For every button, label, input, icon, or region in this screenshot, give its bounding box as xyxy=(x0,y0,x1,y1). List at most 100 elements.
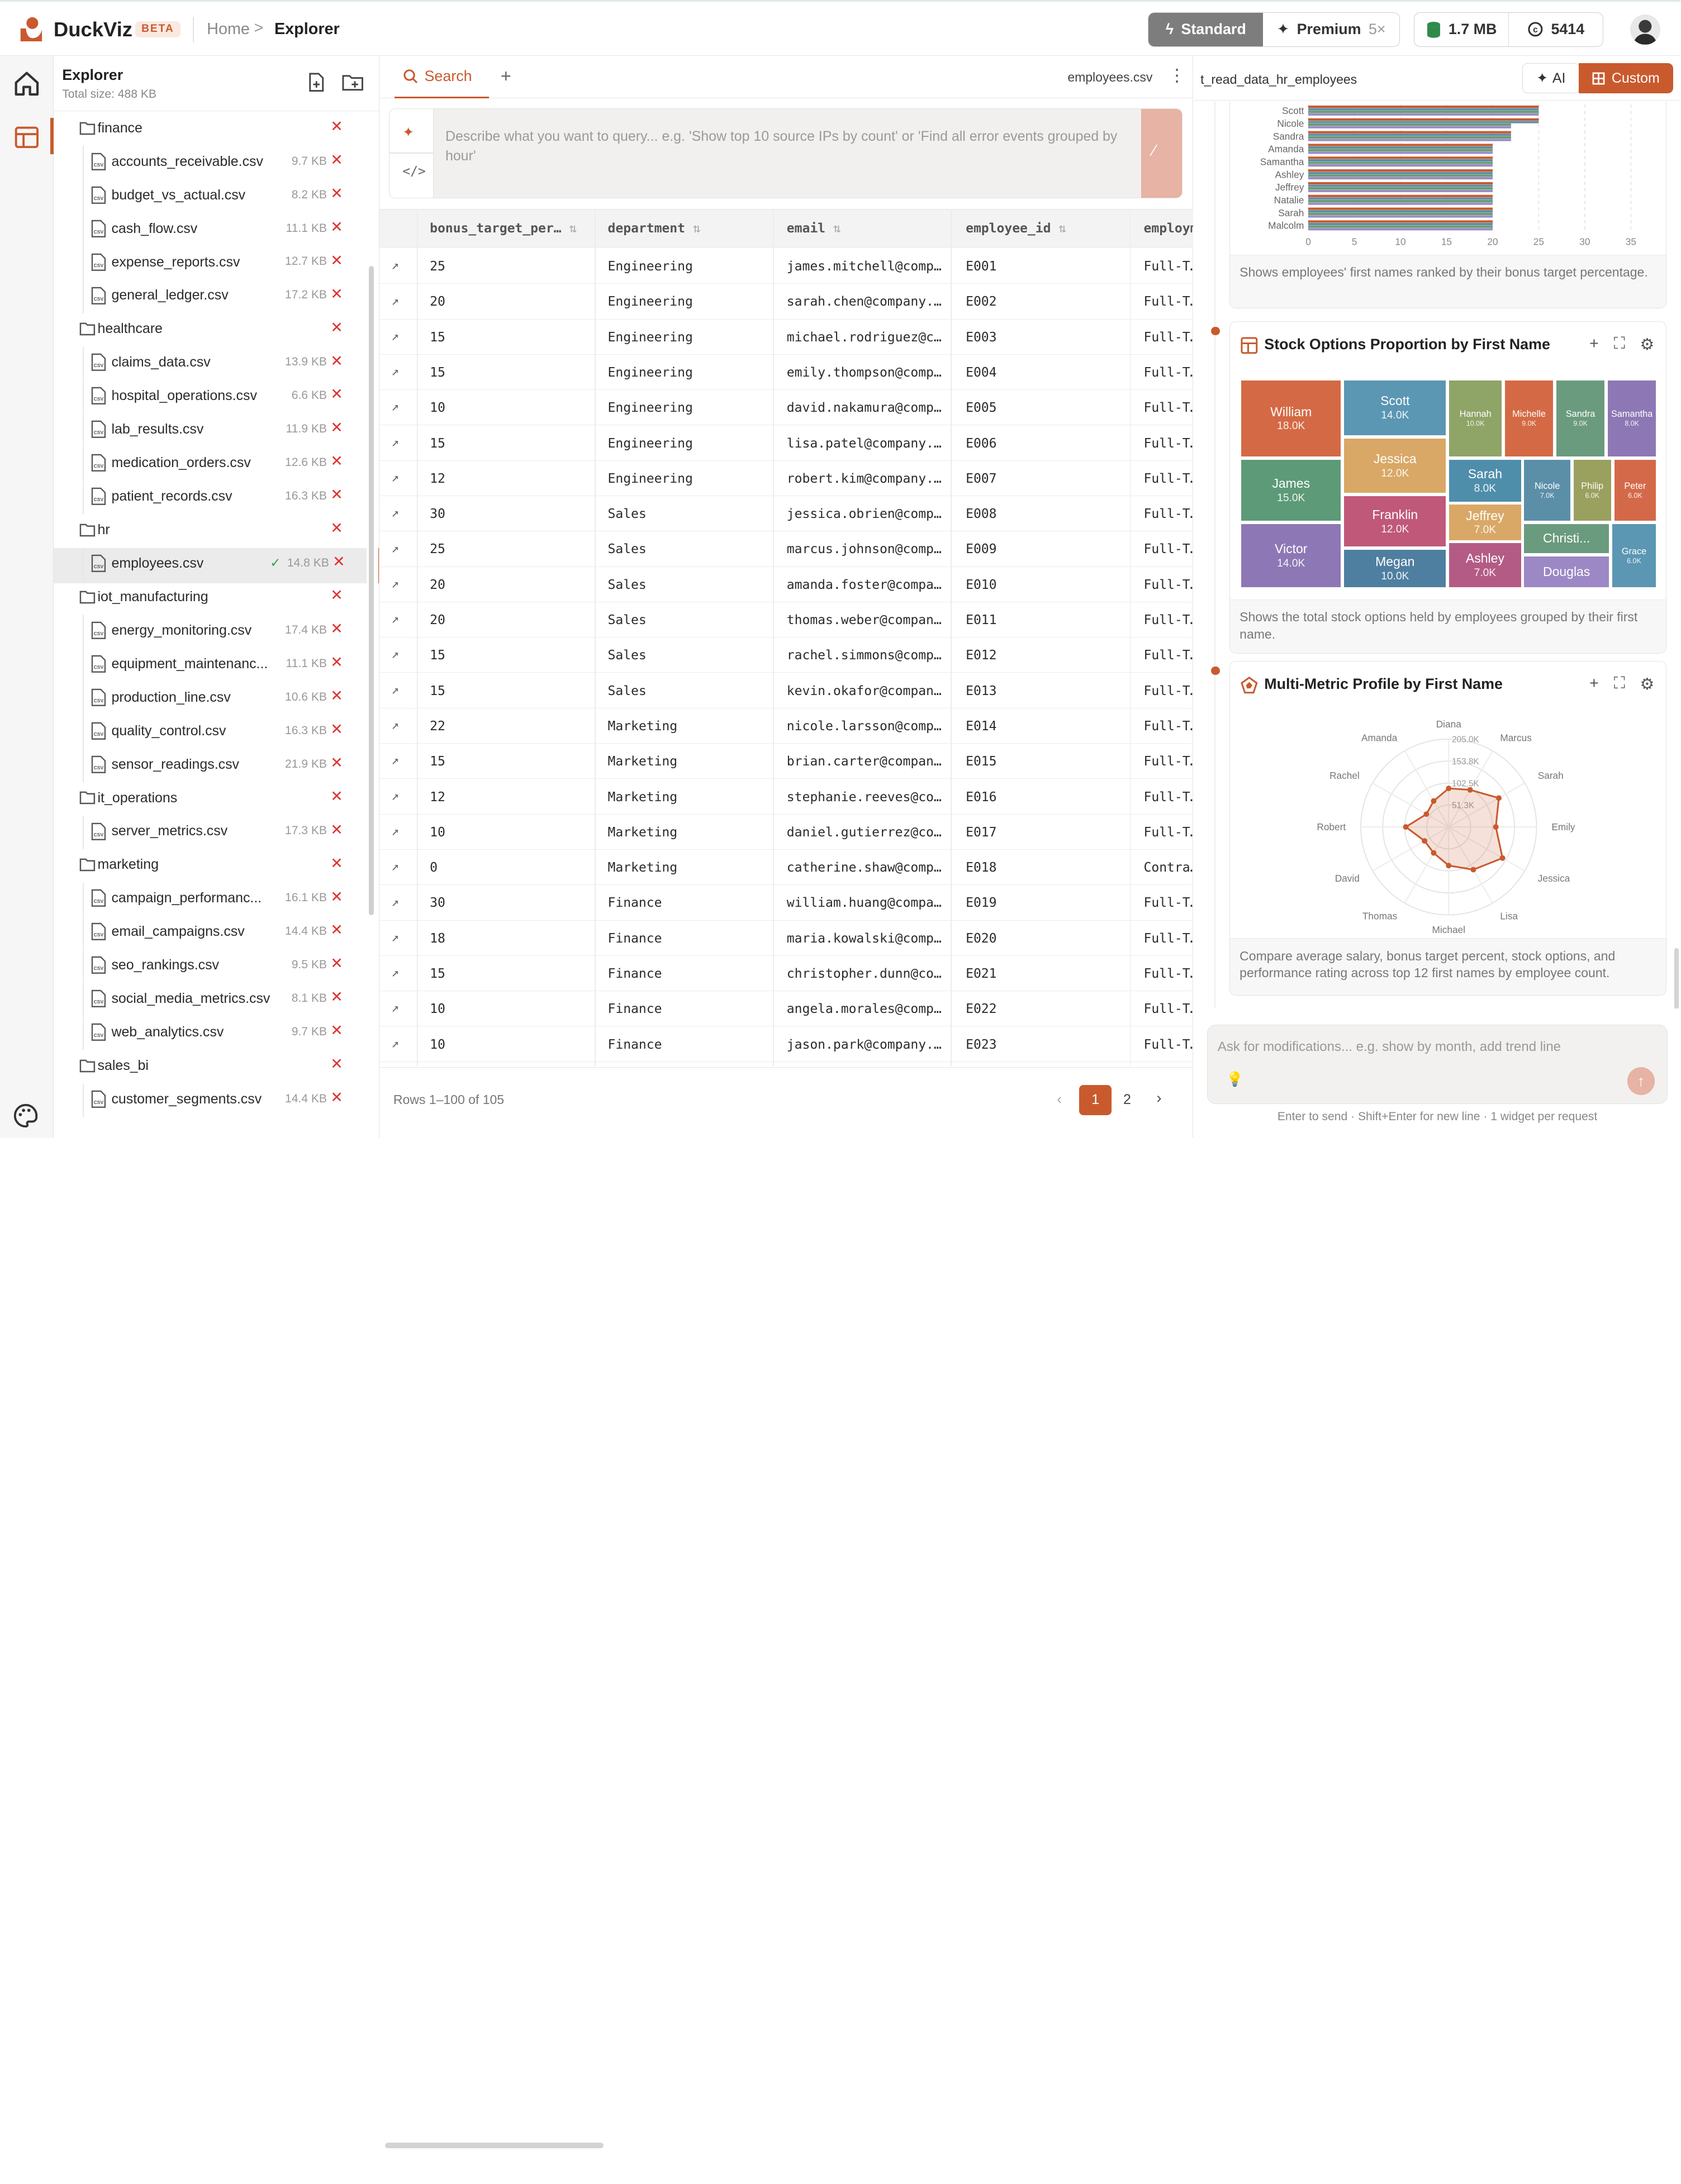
table-row[interactable]: ↗ 15 Engineering michael.rodriguez@c… E003 Fu… xyxy=(379,320,1193,355)
open-row-icon[interactable]: ↗ xyxy=(391,506,399,520)
open-row-icon[interactable]: ↗ xyxy=(391,647,399,662)
folder-item[interactable]: hr ✕ xyxy=(54,515,364,548)
open-row-icon[interactable]: ↗ xyxy=(391,930,399,945)
table-row[interactable]: ↗ 15 Engineering emily.thompson@comp… E004 Fu… xyxy=(379,355,1193,391)
chat-input[interactable]: Ask for modifications... e.g. show by mo… xyxy=(1218,1039,1561,1055)
column-header[interactable]: department ⇅ xyxy=(608,221,701,236)
treemap-cell[interactable]: Sandra 9.0K xyxy=(1555,379,1606,458)
file-item[interactable]: CSV equipment_maintenanc... 11.1 KB ✕ xyxy=(54,648,364,682)
treemap-cell[interactable]: James 15.0K xyxy=(1241,459,1342,522)
sort-icon[interactable]: ⇅ xyxy=(685,221,701,236)
remove-icon[interactable]: ✕ xyxy=(330,252,343,269)
remove-icon[interactable]: ✕ xyxy=(330,386,343,403)
ai-mode-button[interactable]: ✦ AI xyxy=(1522,63,1580,93)
table-row[interactable]: ↗ 15 Engineering lisa.patel@company.… E006 Fu… xyxy=(379,425,1193,461)
folder-item[interactable]: it_operations ✕ xyxy=(54,782,364,815)
remove-icon[interactable]: ✕ xyxy=(330,921,343,939)
open-row-icon[interactable]: ↗ xyxy=(391,895,399,910)
explorer-scrollbar[interactable] xyxy=(368,265,374,915)
remove-icon[interactable]: ✕ xyxy=(330,218,343,236)
gear-icon[interactable]: ⚙ xyxy=(1640,335,1655,354)
file-item[interactable]: CSV web_analytics.csv 9.7 KB ✕ xyxy=(54,1016,364,1050)
open-row-icon[interactable]: ↗ xyxy=(391,859,399,874)
expand-icon[interactable]: ⛶ xyxy=(1614,335,1625,354)
home-icon[interactable] xyxy=(12,69,42,99)
treemap-cell[interactable]: Christi... xyxy=(1523,523,1609,554)
table-row[interactable]: ↗ 0 Marketing catherine.shaw@comp… E018 Contr… xyxy=(379,850,1193,886)
file-item[interactable]: CSV employees.csv 14.8 KB ✓ ✕ xyxy=(53,548,379,583)
remove-icon[interactable]: ✕ xyxy=(330,821,343,839)
send-button[interactable]: ↑ xyxy=(1627,1067,1655,1096)
next-page-button[interactable]: › xyxy=(1157,1089,1162,1107)
remove-icon[interactable]: ✕ xyxy=(330,353,343,370)
sql-mode-icon[interactable]: </> xyxy=(402,164,426,179)
remove-icon[interactable]: ✕ xyxy=(330,1089,343,1106)
prev-page-button[interactable]: ‹ xyxy=(1057,1091,1062,1108)
treemap-cell[interactable]: Nicole 7.0K xyxy=(1523,459,1571,522)
widgets-scrollbar[interactable] xyxy=(1674,948,1679,1008)
remove-icon[interactable]: ✕ xyxy=(330,654,343,671)
remove-icon[interactable]: ✕ xyxy=(330,888,343,906)
open-row-icon[interactable]: ↗ xyxy=(391,753,399,768)
table-row[interactable]: ↗ 15 Sales rachel.simmons@comp… E012 Full-T… xyxy=(379,637,1193,673)
table-row[interactable]: ↗ 25 Sales marcus.johnson@comp… E009 Full-T… xyxy=(379,531,1193,567)
table-row[interactable]: ↗ 12 Engineering robert.kim@company.… E007 Fu… xyxy=(379,461,1193,496)
file-item[interactable]: CSV production_line.csv 10.6 KB ✕ xyxy=(54,682,364,715)
remove-icon[interactable]: ✕ xyxy=(330,185,343,202)
folder-item[interactable]: marketing ✕ xyxy=(54,849,364,882)
table-row[interactable]: ↗ 25 Engineering james.mitchell@comp… E001 Fu… xyxy=(379,249,1193,284)
query-input[interactable]: Describe what you want to query... e.g. … xyxy=(445,127,1132,165)
file-item[interactable]: CSV expense_reports.csv 12.7 KB ✕ xyxy=(54,246,364,280)
table-row[interactable]: ↗ 15 Marketing brian.carter@compan… E015 Full… xyxy=(379,744,1193,779)
treemap-cell[interactable]: Samantha 8.0K xyxy=(1607,379,1657,458)
remove-icon[interactable]: ✕ xyxy=(330,453,343,470)
remove-icon[interactable]: ✕ xyxy=(330,118,343,135)
add-icon[interactable]: + xyxy=(1589,674,1599,694)
file-item[interactable]: CSV lab_results.csv 11.9 KB ✕ xyxy=(54,413,364,448)
add-tab-button[interactable]: + xyxy=(501,65,511,87)
open-row-icon[interactable]: ↗ xyxy=(391,1001,399,1015)
lightbulb-icon[interactable]: 💡 xyxy=(1226,1072,1243,1088)
remove-icon[interactable]: ✕ xyxy=(330,620,343,637)
table-row[interactable]: ↗ 10 Finance angela.morales@comp… E022 Full-T… xyxy=(379,991,1193,1027)
file-item[interactable]: CSV general_ledger.csv 17.2 KB ✕ xyxy=(54,280,364,313)
table-row[interactable]: ↗ 10 Marketing daniel.gutierrez@co… E017 Full… xyxy=(379,815,1193,850)
table-row[interactable]: ↗ 18 Finance maria.kowalski@comp… E020 Full-T… xyxy=(379,921,1193,956)
treemap-cell[interactable]: Peter 6.0K xyxy=(1613,459,1657,522)
open-row-icon[interactable]: ↗ xyxy=(391,789,399,803)
treemap-cell[interactable]: Megan 10.0K xyxy=(1343,549,1447,588)
expand-icon[interactable]: ⛶ xyxy=(1614,674,1625,694)
file-item[interactable]: CSV budget_vs_actual.csv 8.2 KB ✕ xyxy=(54,179,364,213)
remove-icon[interactable]: ✕ xyxy=(330,1022,343,1039)
add-icon[interactable]: + xyxy=(1589,335,1599,354)
file-item[interactable]: CSV email_campaigns.csv 14.4 KB ✕ xyxy=(54,916,364,950)
standard-tier-button[interactable]: ϟ Standard xyxy=(1148,13,1264,46)
sort-icon[interactable]: ⇅ xyxy=(562,221,577,236)
more-menu-icon[interactable]: ⋮ xyxy=(1169,65,1186,85)
open-row-icon[interactable]: ↗ xyxy=(391,577,399,591)
avatar[interactable] xyxy=(1630,15,1660,45)
folder-item[interactable]: healthcare ✕ xyxy=(54,313,364,346)
file-item[interactable]: CSV seo_rankings.csv 9.5 KB ✕ xyxy=(54,949,364,983)
treemap-cell[interactable]: Jessica 12.0K xyxy=(1343,437,1447,494)
remove-icon[interactable]: ✕ xyxy=(330,419,343,436)
page-2-button[interactable]: 2 xyxy=(1123,1092,1131,1108)
new-folder-icon[interactable] xyxy=(342,73,363,92)
premium-tier-button[interactable]: ✦ Premium 5× xyxy=(1263,13,1399,46)
app-name[interactable]: DuckViz xyxy=(54,18,132,41)
gear-icon[interactable]: ⚙ xyxy=(1640,674,1655,694)
remove-icon[interactable]: ✕ xyxy=(330,788,343,805)
open-row-icon[interactable]: ↗ xyxy=(391,329,399,344)
table-row[interactable]: ↗ 15 Sales kevin.okafor@compan… E013 Full-T… xyxy=(379,673,1193,708)
table-row[interactable]: ↗ 10 Finance jason.park@company.… E023 Full-T… xyxy=(379,1026,1193,1062)
file-item[interactable]: CSV medication_orders.csv 12.6 KB ✕ xyxy=(54,447,364,481)
remove-icon[interactable]: ✕ xyxy=(330,1055,343,1073)
open-row-icon[interactable]: ↗ xyxy=(391,258,399,273)
column-header[interactable]: email ⇅ xyxy=(787,221,841,236)
table-row[interactable]: ↗ 15 Finance christopher.dunn@co… E021 Full-T… xyxy=(379,956,1193,992)
remove-icon[interactable]: ✕ xyxy=(330,520,343,537)
table-row[interactable]: ↗ 30 Finance william.huang@compa… E019 Full-T… xyxy=(379,885,1193,921)
file-item[interactable]: CSV campaign_performanc... 16.1 KB ✕ xyxy=(54,882,364,916)
treemap-cell[interactable]: Michelle 9.0K xyxy=(1504,379,1554,458)
file-item[interactable]: CSV server_metrics.csv 17.3 KB ✕ xyxy=(54,816,364,849)
